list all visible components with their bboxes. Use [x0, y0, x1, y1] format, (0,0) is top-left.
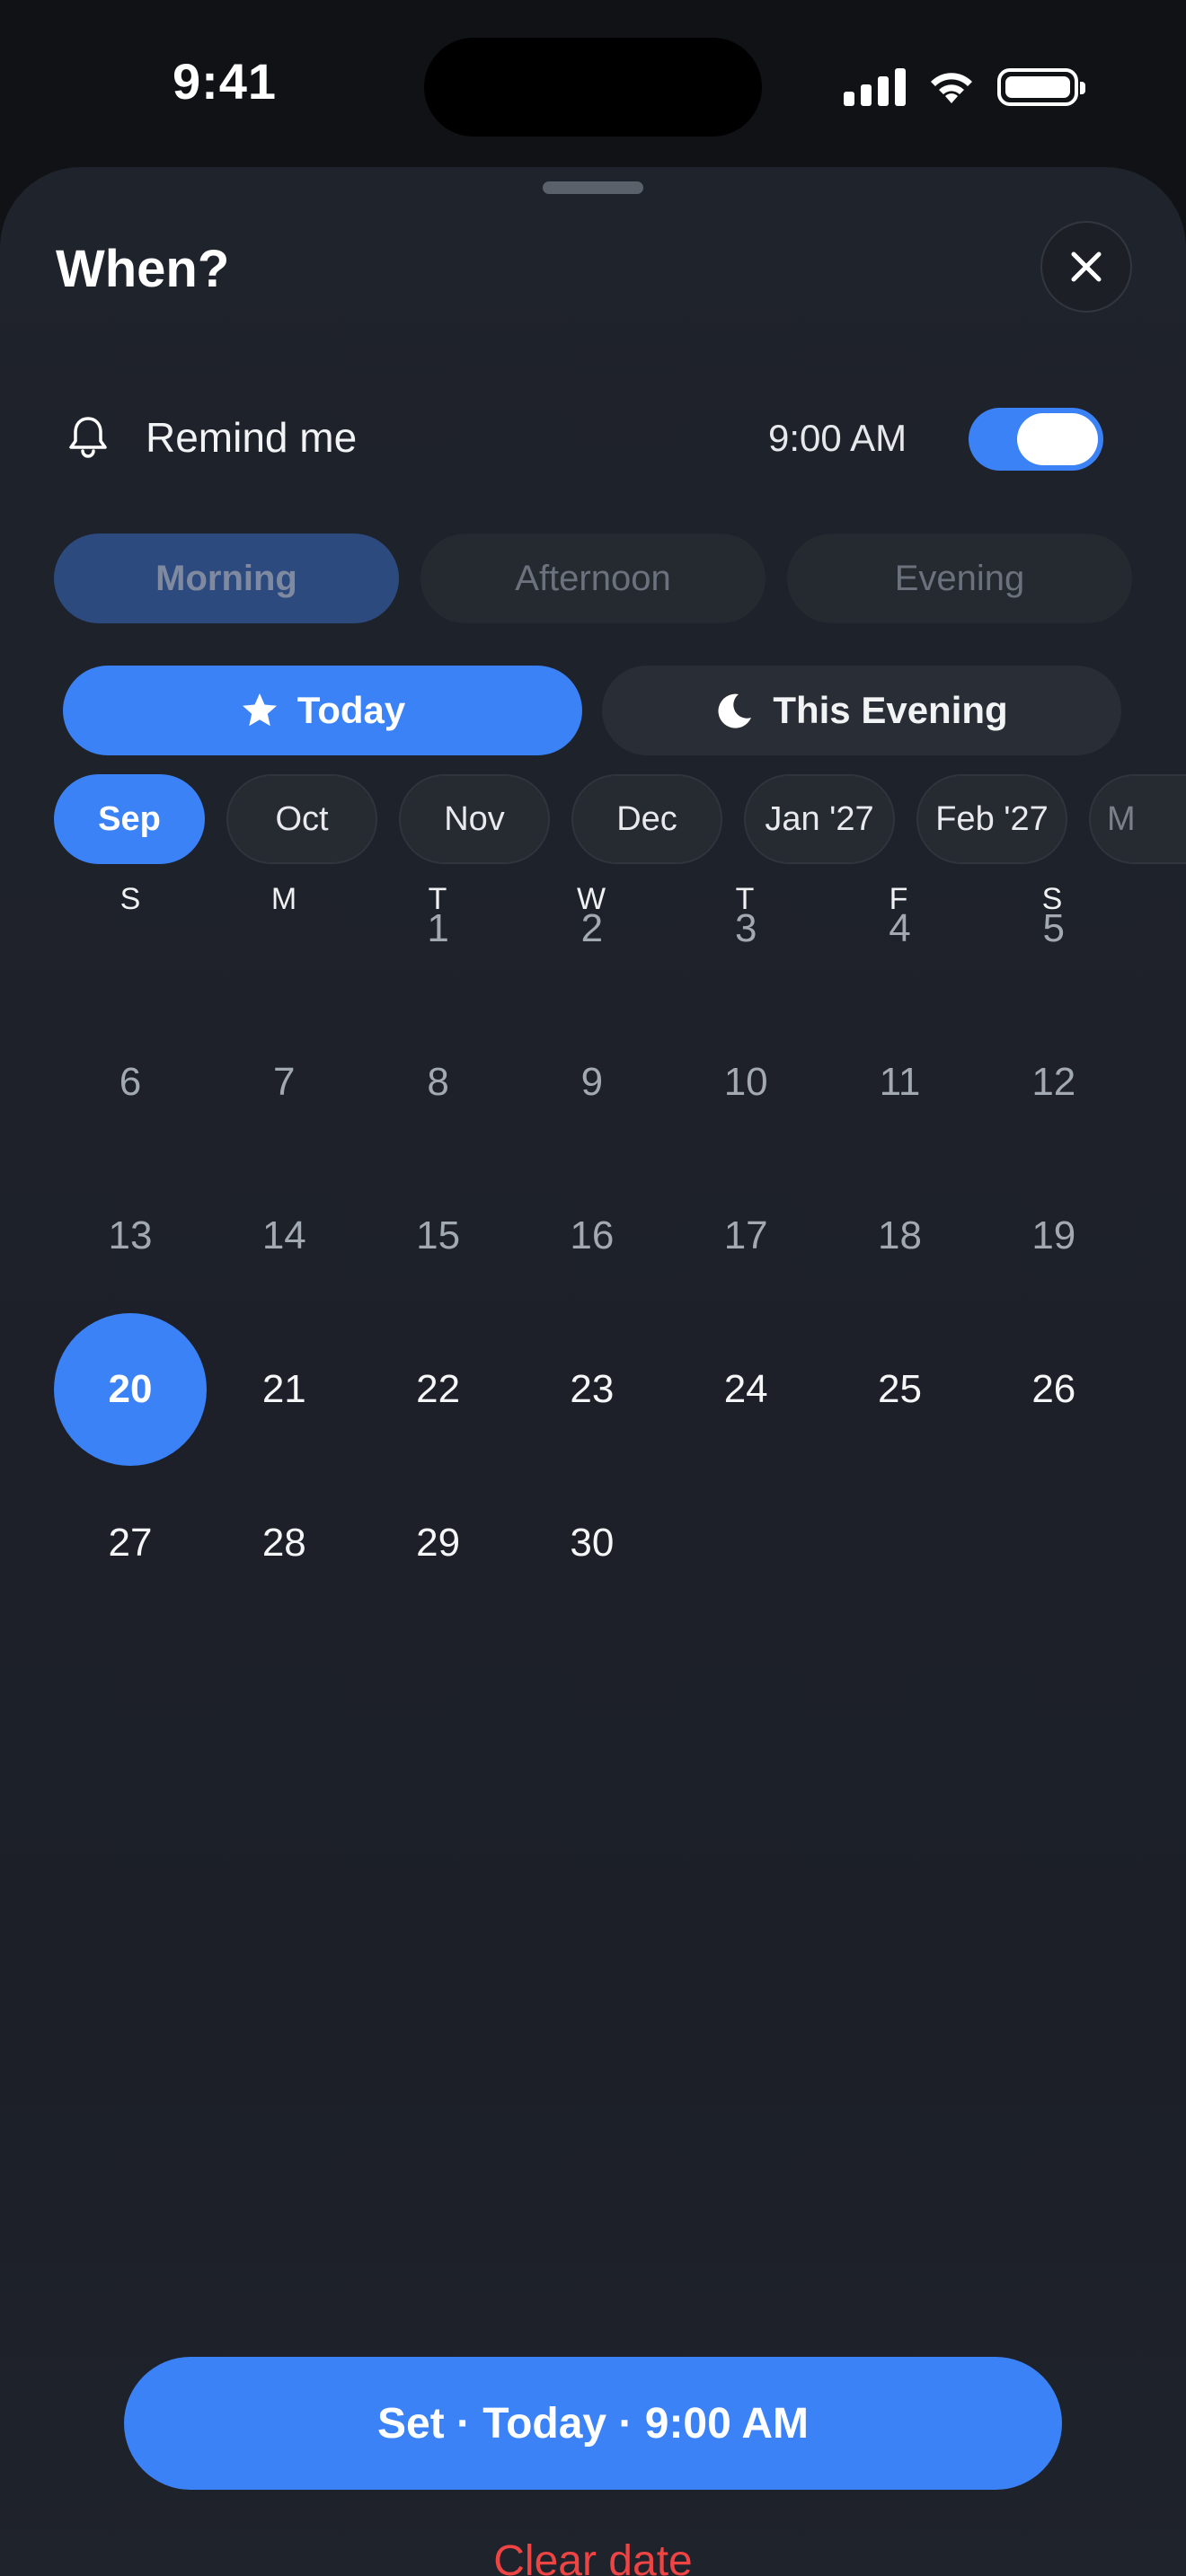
quick-picks: Today This Evening — [0, 666, 1186, 755]
today-button[interactable]: Today — [63, 666, 582, 755]
clear-date-button[interactable]: Clear date — [413, 2529, 773, 2576]
period-afternoon[interactable]: Afternoon — [420, 534, 766, 623]
status-icons — [844, 65, 1085, 110]
calendar-day[interactable]: 28 — [208, 1467, 360, 1619]
this-evening-button[interactable]: This Evening — [602, 666, 1121, 755]
sheet-title: When? — [56, 240, 230, 298]
calendar-day[interactable]: 1 — [362, 852, 515, 1005]
month-chip-feb-27[interactable]: Feb '27 — [916, 774, 1067, 864]
status-time: 9:41 — [172, 53, 278, 110]
set-button[interactable]: Set · Today · 9:00 AM — [124, 2357, 1062, 2490]
month-chip-oct[interactable]: Oct — [226, 774, 377, 864]
calendar-day[interactable]: 30 — [516, 1467, 668, 1619]
month-chip-jan-27[interactable]: Jan '27 — [744, 774, 895, 864]
calendar-day[interactable]: 11 — [824, 1006, 977, 1159]
toggle-knob — [1017, 413, 1098, 465]
sheet-grabber[interactable] — [543, 181, 643, 194]
calendar-day[interactable]: 10 — [669, 1006, 822, 1159]
battery-icon — [997, 68, 1085, 106]
calendar-day[interactable]: 15 — [362, 1160, 515, 1312]
calendar-day[interactable]: 19 — [978, 1160, 1130, 1312]
calendar-day[interactable]: 2 — [516, 852, 668, 1005]
calendar-day[interactable]: 12 — [978, 1006, 1130, 1159]
calendar-day[interactable]: 26 — [978, 1313, 1130, 1466]
period-morning[interactable]: Morning — [54, 534, 399, 623]
calendar-day[interactable]: 8 — [362, 1006, 515, 1159]
calendar-day[interactable]: 9 — [516, 1006, 668, 1159]
today-label: Today — [296, 689, 406, 731]
dynamic-island — [424, 38, 762, 137]
month-chip-sep[interactable]: Sep — [54, 774, 205, 864]
calendar-day[interactable]: 4 — [824, 852, 977, 1005]
close-button[interactable] — [1040, 221, 1132, 313]
calendar-day[interactable]: 7 — [208, 1006, 360, 1159]
star-icon — [242, 693, 277, 727]
calendar-day[interactable]: 14 — [208, 1160, 360, 1312]
calendar-day[interactable]: 22 — [362, 1313, 515, 1466]
calendar-day[interactable]: 21 — [208, 1313, 360, 1466]
calendar-day[interactable]: 16 — [516, 1160, 668, 1312]
period-segment: Morning Afternoon Evening — [0, 534, 1186, 623]
weekday-label: S — [119, 882, 141, 916]
calendar-day-selected[interactable]: 20 — [54, 1313, 207, 1466]
calendar-day[interactable]: 18 — [824, 1160, 977, 1312]
period-evening[interactable]: Evening — [787, 534, 1132, 623]
weekday-label: M — [270, 882, 297, 916]
this-evening-label: This Evening — [773, 689, 1008, 731]
remind-label: Remind me — [146, 414, 358, 461]
wifi-icon — [931, 73, 972, 103]
calendar-day[interactable]: 13 — [54, 1160, 207, 1312]
moon-icon — [718, 693, 752, 728]
remind-time[interactable]: 9:00 AM — [768, 417, 907, 460]
calendar-day[interactable]: 23 — [516, 1313, 668, 1466]
month-chip-mar-27[interactable]: M — [1089, 774, 1186, 864]
month-selector: Sep Oct Nov Dec Jan '27 Feb '27 M — [0, 774, 1186, 864]
calendar-day[interactable]: 5 — [978, 852, 1130, 1005]
calendar-day[interactable]: 29 — [362, 1467, 515, 1619]
calendar-day[interactable]: 25 — [824, 1313, 977, 1466]
cellular-signal-icon — [844, 68, 906, 106]
calendar-day[interactable]: 17 — [669, 1160, 822, 1312]
month-chip-dec[interactable]: Dec — [571, 774, 722, 864]
calendar-day[interactable]: 27 — [54, 1467, 207, 1619]
calendar-day[interactable]: 24 — [669, 1313, 822, 1466]
remind-row: Remind me 9:00 AM — [0, 401, 1186, 472]
month-chip-nov[interactable]: Nov — [399, 774, 550, 864]
close-icon — [1071, 251, 1102, 282]
date-picker-sheet: When? Remind me 9:00 AM Morning Afternoo… — [0, 167, 1186, 2576]
status-bar: 9:41 — [0, 0, 1186, 171]
calendar-day[interactable]: 3 — [669, 852, 822, 1005]
bell-icon — [69, 417, 107, 458]
remind-toggle[interactable] — [969, 408, 1103, 471]
calendar-day[interactable]: 6 — [54, 1006, 207, 1159]
